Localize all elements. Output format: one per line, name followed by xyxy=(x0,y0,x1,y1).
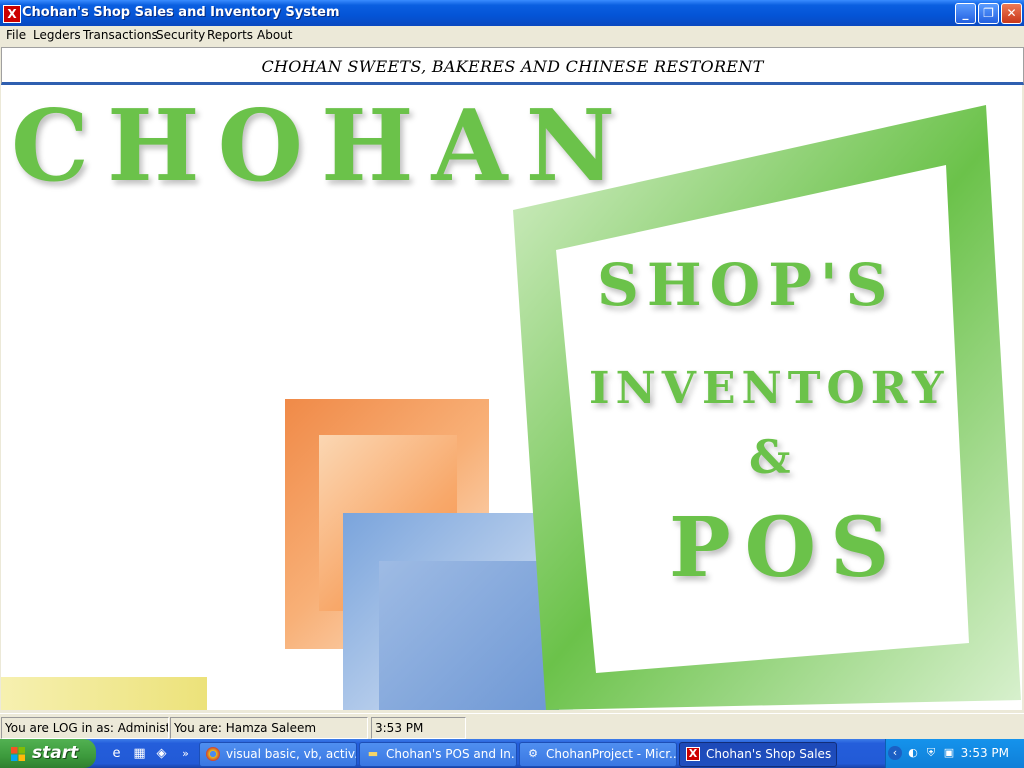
splash-title-pos: POS xyxy=(669,500,904,596)
chrome-icon xyxy=(206,747,220,761)
start-button[interactable]: start xyxy=(0,739,96,768)
tray-network-icon[interactable]: ◐ xyxy=(906,746,920,760)
restore-button[interactable]: ❐ xyxy=(978,3,999,24)
show-hidden-icons-icon[interactable]: ‹ xyxy=(888,746,902,760)
start-label: start xyxy=(32,743,79,763)
visual-studio-icon: ⚙ xyxy=(528,747,538,760)
menu-about[interactable]: About xyxy=(257,28,292,42)
windows-logo-icon xyxy=(11,747,25,761)
window-title: Chohan's Shop Sales and Inventory System xyxy=(22,5,340,20)
menu-file[interactable]: File xyxy=(6,28,26,42)
tray-security-icon[interactable]: ⛨ xyxy=(924,746,938,760)
minimize-button[interactable]: _ xyxy=(955,3,976,24)
system-tray: ‹ ◐ ⛨ ▣ 3:53 PM xyxy=(885,739,1024,768)
splash-title-chohan: CHOHAN xyxy=(11,89,634,204)
task-button-visual-studio[interactable]: ⚙ ChohanProject - Micr... xyxy=(519,742,677,767)
app-icon[interactable]: X xyxy=(3,5,21,23)
quick-launch-app-icon[interactable]: ◈ xyxy=(153,745,170,762)
task-label: visual basic, vb, activ... xyxy=(226,747,357,761)
task-label: Chohan's POS and In... xyxy=(386,747,517,761)
splash-title-shops: SHOP'S xyxy=(597,251,896,319)
quick-launch-more-icon[interactable]: » xyxy=(177,745,194,762)
menu-transactions[interactable]: Transactions xyxy=(83,28,158,42)
taskbar-clock[interactable]: 3:53 PM xyxy=(961,746,1009,760)
app-icon: X xyxy=(686,747,700,761)
media-player-icon[interactable]: ▦ xyxy=(131,745,148,762)
menu-bar: File Legders Transactions Security Repor… xyxy=(0,26,1024,45)
status-bar: You are LOG in as: Administrator You are… xyxy=(0,713,1024,740)
title-bar[interactable]: X Chohan's Shop Sales and Inventory Syst… xyxy=(0,0,1024,26)
splash-title-ampersand: & xyxy=(749,430,791,484)
status-user: You are: Hamza Saleem xyxy=(170,717,368,739)
splash-title-inventory: INVENTORY xyxy=(589,363,950,414)
folder-icon: ▬ xyxy=(367,747,379,760)
splash-area: CHOHAN SHOP'S INVENTORY & POS xyxy=(1,85,1022,710)
status-login: You are LOG in as: Administrator xyxy=(1,717,169,739)
task-label: ChohanProject - Micr... xyxy=(546,747,677,761)
company-banner: CHOHAN SWEETS, BAKERES AND CHINESE RESTO… xyxy=(1,47,1024,85)
restore-icon: ❐ xyxy=(983,6,994,20)
task-button-folder[interactable]: ▬ Chohan's POS and In... xyxy=(359,742,517,767)
close-icon: ✕ xyxy=(1006,6,1017,20)
minimize-icon: _ xyxy=(962,6,969,20)
task-button-chrome[interactable]: visual basic, vb, activ... xyxy=(199,742,357,767)
status-time: 3:53 PM xyxy=(371,717,466,739)
taskbar: start e ▦ ◈ » visual basic, vb, activ...… xyxy=(0,739,1024,768)
task-button-chohan-app[interactable]: X Chohan's Shop Sales ... xyxy=(679,742,837,767)
tray-app-icon[interactable]: ▣ xyxy=(942,746,956,760)
close-button[interactable]: ✕ xyxy=(1001,3,1022,24)
menu-reports[interactable]: Reports xyxy=(207,28,253,42)
company-name: CHOHAN SWEETS, BAKERES AND CHINESE RESTO… xyxy=(261,57,764,76)
task-label: Chohan's Shop Sales ... xyxy=(706,747,837,761)
menu-legders[interactable]: Legders xyxy=(33,28,81,42)
menu-security[interactable]: Security xyxy=(156,28,205,42)
internet-explorer-icon[interactable]: e xyxy=(108,745,125,762)
